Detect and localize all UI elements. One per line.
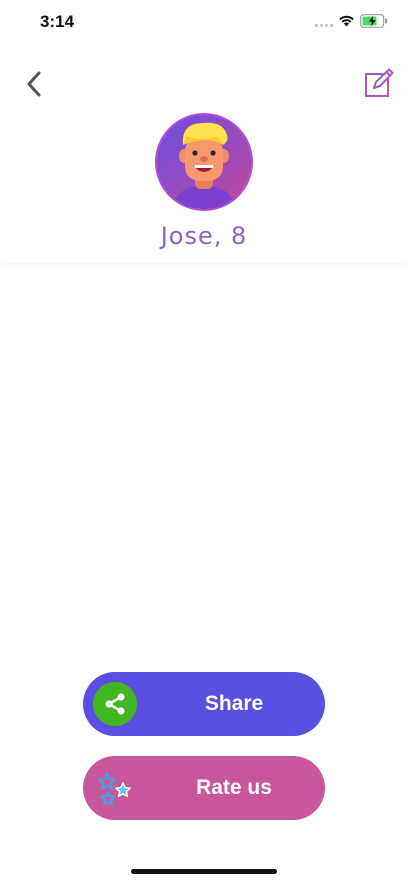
boy-avatar-icon [173,122,235,209]
share-icon [105,693,125,715]
edit-profile-button[interactable] [364,68,394,98]
home-indicator[interactable] [131,869,277,874]
profile-name: Jose, 8 [160,222,248,250]
stars-icon [98,773,131,806]
rate-us-button[interactable]: Rate us [83,756,325,820]
share-icon-badge [93,682,137,726]
rate-us-button-label: Rate us [196,776,272,799]
stars-icon-badge [93,766,137,810]
cellular-signal-icon [315,24,333,27]
share-button-label: Share [204,692,264,715]
edit-icon [365,68,394,97]
wifi-icon [339,15,354,27]
chevron-left-icon [27,71,41,97]
profile-header: Jose, 8 [0,44,408,263]
status-time: 3:14 [40,12,75,31]
avatar[interactable] [155,113,253,211]
back-button[interactable] [20,70,48,98]
status-bar: 3:14 [0,0,408,44]
share-button[interactable]: Share [83,672,325,736]
battery-charging-icon [360,14,387,28]
profile-screen: 3:14 Jose, 8 Share Rate us [0,0,408,883]
